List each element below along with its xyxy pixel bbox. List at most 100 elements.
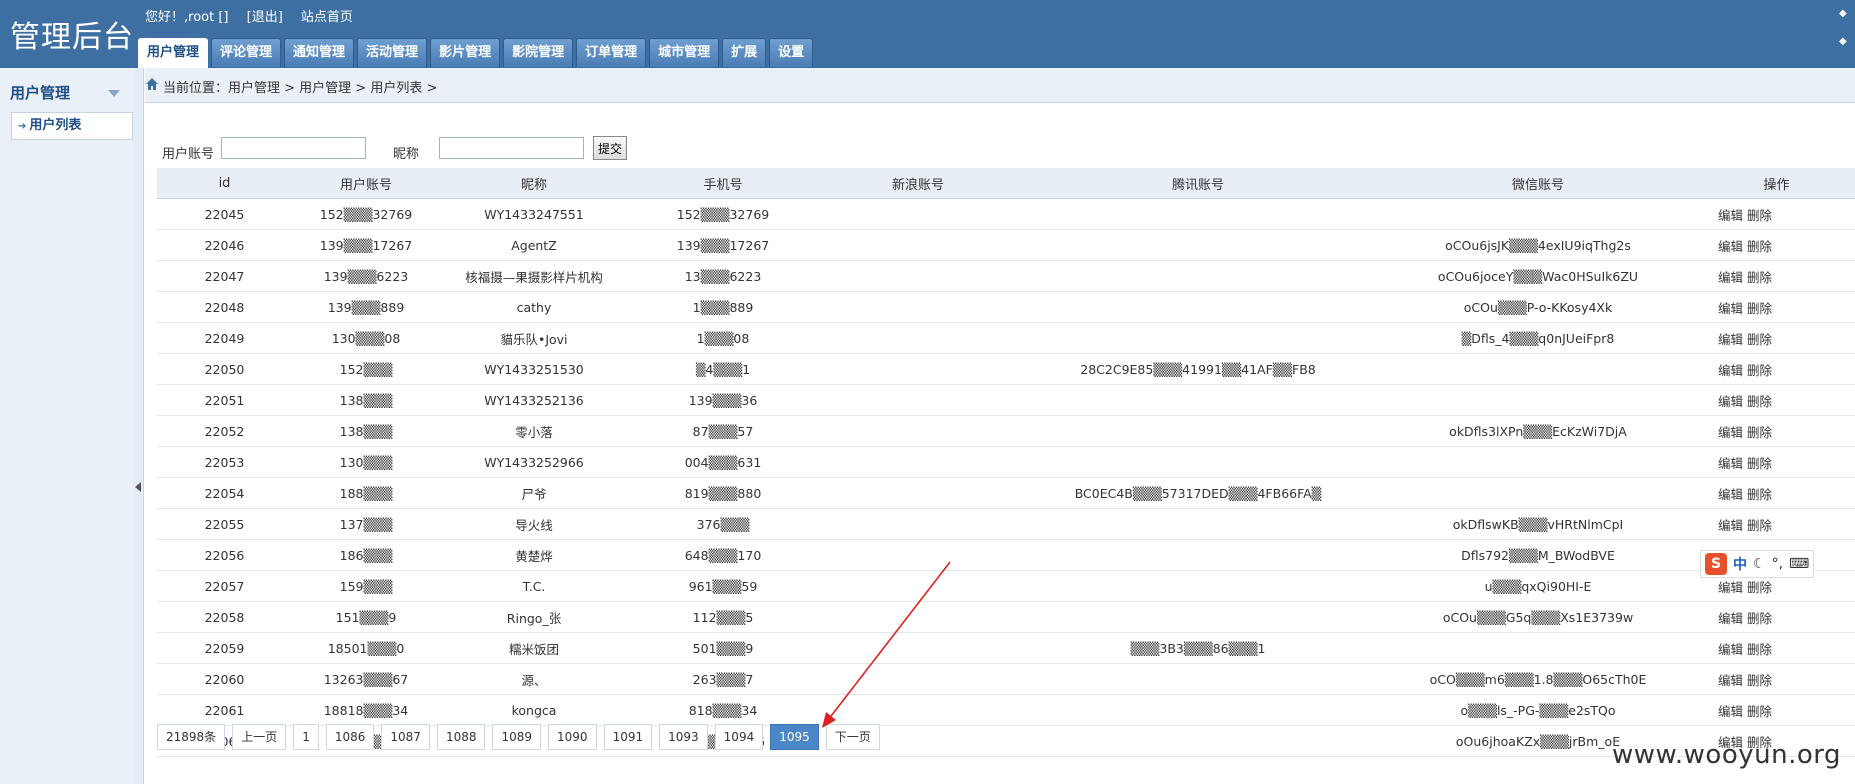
edit-link[interactable]: 编辑: [1718, 208, 1743, 223]
sidebar-collapse-bar[interactable]: [133, 68, 144, 784]
nickname-label: 昵称: [393, 147, 420, 162]
page-button[interactable]: 1094: [714, 724, 764, 750]
site-home-link[interactable]: 站点首页: [301, 10, 353, 25]
sidebar-title[interactable]: 用户管理: [10, 82, 70, 103]
tab-5[interactable]: 影院管理: [503, 38, 574, 67]
row-actions: 编辑删除: [1698, 601, 1855, 633]
edit-link[interactable]: 编辑: [1718, 270, 1743, 285]
table-cell: 961▒▒▒59: [628, 570, 818, 602]
tab-1[interactable]: 评论管理: [211, 38, 282, 67]
edit-link[interactable]: 编辑: [1718, 518, 1743, 533]
account-input[interactable]: [221, 137, 366, 159]
prev-page-button[interactable]: 上一页: [232, 724, 287, 750]
edit-link[interactable]: 编辑: [1718, 673, 1743, 688]
page-button[interactable]: 1088: [436, 724, 486, 750]
sogou-icon[interactable]: S: [1705, 553, 1727, 575]
table-cell: 819▒▒▒880: [628, 477, 818, 509]
logout-link[interactable]: [退出]: [247, 10, 283, 25]
table-cell: [818, 446, 1018, 478]
sidebar-item-user-list[interactable]: ➔ 用户列表: [11, 112, 133, 140]
page-button[interactable]: 1090: [548, 724, 597, 750]
delete-link[interactable]: 删除: [1747, 208, 1772, 223]
collapse-left-icon[interactable]: [135, 482, 141, 492]
column-header: 操作: [1698, 168, 1855, 199]
column-header: 腾讯账号: [1018, 168, 1378, 199]
row-actions: 编辑删除: [1698, 508, 1855, 540]
page-button[interactable]: 1: [293, 724, 319, 750]
table-cell: oCOu▒▒▒P-o-KKosy4Xk: [1378, 291, 1698, 323]
table-cell: 159▒▒▒: [292, 570, 440, 602]
ime-toolbar[interactable]: S 中 ☾ °, ⌨: [1700, 550, 1815, 578]
chevron-down-icon[interactable]: [108, 90, 120, 97]
table-cell: 139▒▒▒6223: [292, 260, 440, 292]
table-cell: 黄楚烨: [440, 539, 628, 571]
nickname-input[interactable]: [439, 137, 584, 159]
table-cell: 22053: [157, 446, 292, 478]
delete-link[interactable]: 删除: [1747, 487, 1772, 502]
edit-link[interactable]: 编辑: [1718, 394, 1743, 409]
page-button[interactable]: 1091: [603, 724, 653, 750]
edit-link[interactable]: 编辑: [1718, 704, 1743, 719]
tab-2[interactable]: 通知管理: [284, 38, 355, 67]
tab-0[interactable]: 用户管理: [138, 38, 209, 69]
edit-link[interactable]: 编辑: [1718, 456, 1743, 471]
edit-link[interactable]: 编辑: [1718, 611, 1743, 626]
delete-link[interactable]: 删除: [1747, 673, 1772, 688]
table-cell: WY1433251530: [440, 353, 628, 385]
left-sidebar: 用户管理 ➔ 用户列表: [0, 68, 134, 784]
delete-link[interactable]: 删除: [1747, 456, 1772, 471]
table-cell: cathy: [440, 291, 628, 323]
page-button[interactable]: 1089: [492, 724, 542, 750]
tab-9[interactable]: 设置: [769, 38, 814, 67]
table-cell: 零小落: [440, 415, 628, 447]
delete-link[interactable]: 删除: [1747, 518, 1772, 533]
page-button[interactable]: 1095: [770, 724, 819, 750]
table-cell: [1378, 198, 1698, 230]
row-actions: 编辑删除: [1698, 260, 1855, 292]
delete-link[interactable]: 删除: [1747, 363, 1772, 378]
tab-8[interactable]: 扩展: [722, 38, 767, 67]
tab-3[interactable]: 活动管理: [357, 38, 428, 67]
delete-link[interactable]: 删除: [1747, 332, 1772, 347]
table-cell: [1378, 477, 1698, 509]
delete-link[interactable]: 删除: [1747, 704, 1772, 719]
page-button[interactable]: 1087: [381, 724, 430, 750]
delete-link[interactable]: 删除: [1747, 301, 1772, 316]
delete-link[interactable]: 删除: [1747, 580, 1772, 595]
keyboard-icon[interactable]: ⌨: [1789, 556, 1809, 572]
punctuation-icon[interactable]: °,: [1772, 556, 1783, 572]
edit-link[interactable]: 编辑: [1718, 425, 1743, 440]
table-cell: ▒▒▒3B3▒▒▒86▒▒▒1: [1018, 632, 1378, 664]
page-button[interactable]: 1093: [659, 724, 708, 750]
delete-link[interactable]: 删除: [1747, 239, 1772, 254]
edit-link[interactable]: 编辑: [1718, 332, 1743, 347]
edit-link[interactable]: 编辑: [1718, 239, 1743, 254]
edit-link[interactable]: 编辑: [1718, 301, 1743, 316]
table-cell: 22061: [157, 694, 292, 726]
ime-lang-toggle[interactable]: 中: [1733, 554, 1747, 574]
tab-6[interactable]: 订单管理: [576, 38, 647, 67]
submit-button[interactable]: 提交: [593, 136, 628, 160]
table-cell: WY1433252966: [440, 446, 628, 478]
table-cell: 818▒▒▒34: [628, 694, 818, 726]
table-cell: [1018, 229, 1378, 261]
tab-4[interactable]: 影片管理: [430, 38, 501, 67]
edit-link[interactable]: 编辑: [1718, 363, 1743, 378]
tab-7[interactable]: 城市管理: [649, 38, 720, 67]
row-actions: 编辑删除: [1698, 694, 1855, 726]
table-cell: [818, 384, 1018, 416]
table-cell: [1378, 384, 1698, 416]
delete-link[interactable]: 删除: [1747, 642, 1772, 657]
table-cell: 22048: [157, 291, 292, 323]
delete-link[interactable]: 删除: [1747, 270, 1772, 285]
delete-link[interactable]: 删除: [1747, 394, 1772, 409]
moon-icon[interactable]: ☾: [1753, 556, 1766, 572]
page-button[interactable]: 1086: [325, 724, 375, 750]
arrow-right-icon: ➔: [18, 121, 27, 132]
delete-link[interactable]: 删除: [1747, 611, 1772, 626]
delete-link[interactable]: 删除: [1747, 425, 1772, 440]
table-cell: 139▒▒▒889: [292, 291, 440, 323]
edit-link[interactable]: 编辑: [1718, 642, 1743, 657]
edit-link[interactable]: 编辑: [1718, 580, 1743, 595]
edit-link[interactable]: 编辑: [1718, 487, 1743, 502]
